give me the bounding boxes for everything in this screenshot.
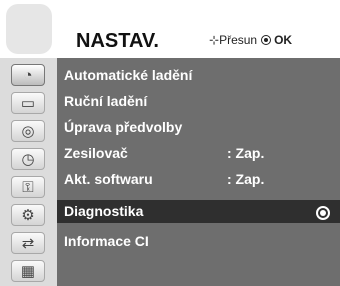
menu-item-label: Informace CI xyxy=(64,233,149,249)
menu-item-label: Automatické ladění xyxy=(64,67,193,83)
sidebar-lock-icon[interactable]: ⚿ xyxy=(11,176,45,198)
menu-title: NASTAV. xyxy=(76,30,159,52)
sidebar-option-icon[interactable]: ⚙ xyxy=(11,204,45,226)
menu-item-auto-tuning[interactable]: Automatické ladění xyxy=(57,64,340,87)
menu-item-diagnostics[interactable]: Diagnostika xyxy=(57,200,340,223)
menu-item-label: Diagnostika xyxy=(64,203,144,219)
menu-item-label: Akt. softwaru xyxy=(64,171,153,187)
enter-ok-icon xyxy=(316,206,330,220)
menu-item-label: Ruční ladění xyxy=(64,93,148,109)
menu-item-ci-information[interactable]: Informace CI xyxy=(57,230,340,253)
menu-item-software-update[interactable]: Akt. softwaru : Zap. xyxy=(57,168,340,191)
sidebar-time-icon[interactable]: ◷ xyxy=(11,148,45,170)
ok-button-icon xyxy=(261,35,272,45)
setup-menu-osd: NASTAV. ⊹ Přesun OK ◔ ▭ ◎ ◷ ⚿ ⚙ ⇄ ▦ Auto… xyxy=(0,0,340,286)
sidebar-input-icon[interactable]: ⇄ xyxy=(11,232,45,254)
menu-item-label: Zesilovač xyxy=(64,145,128,161)
sidebar-audio-icon[interactable]: ◎ xyxy=(11,120,45,142)
menu-item-manual-tuning[interactable]: Ruční ladění xyxy=(57,90,340,113)
category-sidebar: ◔ ▭ ◎ ◷ ⚿ ⚙ ⇄ ▦ xyxy=(0,58,57,286)
menu-item-label: Úprava předvolby xyxy=(64,119,183,135)
menu-header: NASTAV. ⊹ Přesun OK xyxy=(0,0,340,59)
setup-icon xyxy=(6,4,52,54)
sidebar-picture-icon[interactable]: ▭ xyxy=(11,92,45,114)
setup-menu-list: Automatické ladění Ruční ladění Úprava p… xyxy=(57,58,340,286)
ok-hint-label: OK xyxy=(274,33,293,47)
menu-item-programme-edit[interactable]: Úprava předvolby xyxy=(57,116,340,139)
menu-item-booster[interactable]: Zesilovač : Zap. xyxy=(57,142,340,165)
navigation-hint: ⊹ Přesun OK xyxy=(209,33,292,47)
move-arrows-icon: ⊹ xyxy=(209,33,220,47)
menu-item-value: : Zap. xyxy=(227,171,265,187)
move-hint-label: Přesun xyxy=(219,33,258,47)
menu-item-value: : Zap. xyxy=(227,145,265,161)
sidebar-setup-icon[interactable]: ◔ xyxy=(11,64,45,86)
sidebar-usb-photo-icon[interactable]: ▦ xyxy=(11,260,45,282)
